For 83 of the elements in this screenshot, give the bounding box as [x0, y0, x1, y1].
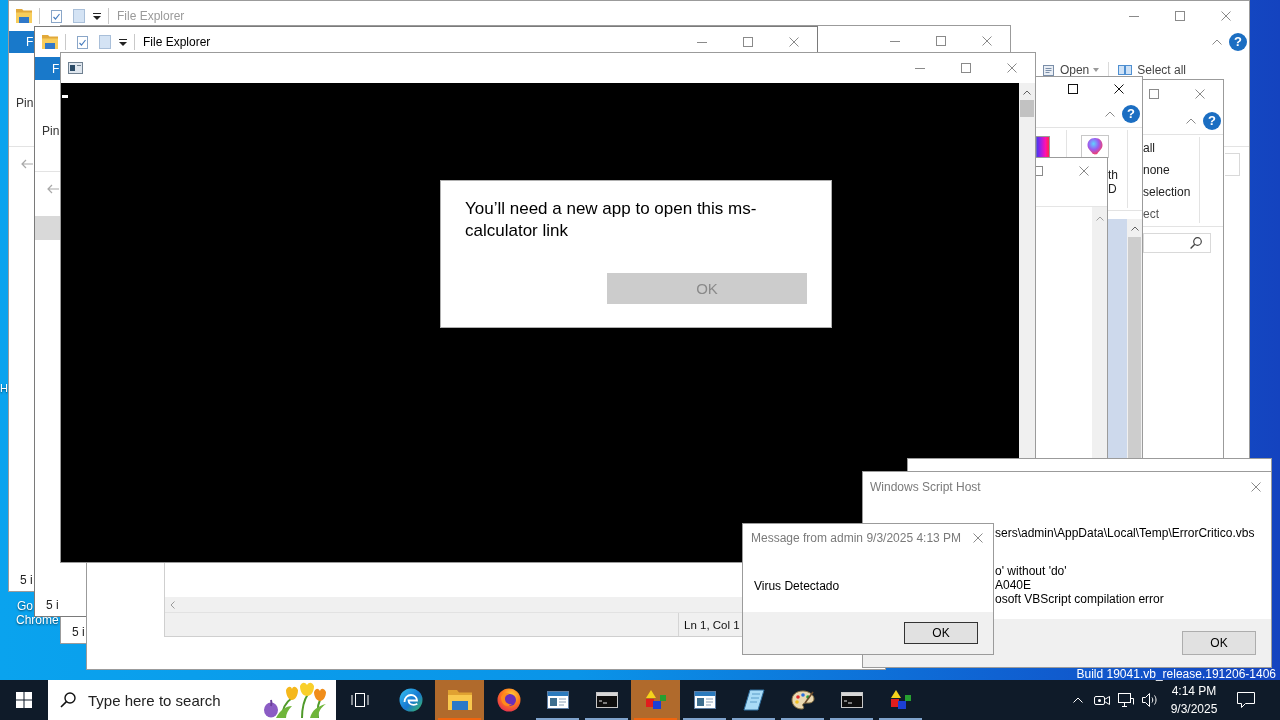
- help-button[interactable]: ?: [1229, 33, 1247, 51]
- close-icon[interactable]: [1114, 84, 1124, 94]
- file-tab[interactable]: F: [35, 57, 60, 80]
- item-count: 5 i: [20, 573, 33, 587]
- ok-button[interactable]: OK: [1182, 631, 1256, 655]
- customize-icon[interactable]: [119, 38, 127, 46]
- search-icon: [1190, 237, 1202, 249]
- select-all-icon: [1118, 65, 1133, 75]
- open-button[interactable]: Open: [1042, 63, 1100, 77]
- clock-date[interactable]: 9/3/2025: [1170, 700, 1218, 718]
- item-count: 5 i: [46, 598, 59, 612]
- select-all-button[interactable]: Select all: [1118, 63, 1186, 77]
- customize-icon[interactable]: [93, 12, 101, 20]
- scroll-up-icon[interactable]: [1095, 216, 1104, 221]
- minimize-icon[interactable]: [1129, 15, 1139, 17]
- window-icon: [693, 691, 716, 709]
- scrollbar-thumb[interactable]: [1128, 237, 1141, 459]
- help-button[interactable]: ?: [1203, 112, 1221, 130]
- minimize-icon[interactable]: [697, 41, 707, 43]
- select-option[interactable]: selection: [1143, 181, 1191, 203]
- shapes-icon: [889, 690, 912, 710]
- shapes-icon: [644, 690, 667, 710]
- scroll-up-icon[interactable]: [1023, 90, 1031, 95]
- palette-icon: [790, 690, 815, 710]
- back-arrow-icon[interactable]: [21, 159, 33, 169]
- properties-icon[interactable]: [77, 35, 88, 49]
- folder-icon[interactable]: [42, 35, 58, 49]
- dialog-message: You’ll need a new app to open this ms-calculator link: [465, 198, 758, 242]
- back-arrow-icon[interactable]: [47, 184, 59, 194]
- clock-time[interactable]: 4:14 PM: [1171, 682, 1217, 700]
- notification-icon[interactable]: [1237, 692, 1255, 708]
- message-text: Virus Detectado: [754, 579, 840, 593]
- pin-button[interactable]: Pin: [16, 96, 34, 110]
- minimize-icon[interactable]: [890, 40, 900, 42]
- error-detail: sers\admin\AppData\Local\Temp\ErrorCritico.vbs: [995, 526, 1255, 540]
- search-field[interactable]: Type here to search: [48, 680, 336, 720]
- cursor-position: Ln 1, Col 1: [683, 618, 740, 631]
- document-icon: [1042, 64, 1054, 76]
- pin-button[interactable]: Pin: [42, 124, 60, 138]
- error-detail: o' without 'do': [995, 564, 1067, 578]
- error-detail: osoft VBScript compilation error: [995, 592, 1164, 606]
- command-label[interactable]: D: [1108, 182, 1117, 196]
- window-title: Message from admin 9/3/2025 4:13 PM: [750, 531, 962, 545]
- search-field[interactable]: [1143, 233, 1211, 253]
- color-drop-icon[interactable]: [1081, 135, 1109, 158]
- window-title: File Explorer: [143, 35, 211, 49]
- caret-icon: [1093, 68, 1100, 72]
- console-icon[interactable]: [68, 62, 83, 74]
- item-count: 5 i: [72, 625, 85, 639]
- error-detail: A040E: [995, 578, 1032, 592]
- folder-icon: [447, 690, 472, 710]
- minimize-icon[interactable]: [915, 67, 925, 69]
- speaker-icon[interactable]: [1142, 693, 1158, 707]
- folder-icon[interactable]: [16, 9, 32, 23]
- terminal-icon: [840, 692, 863, 708]
- ok-button[interactable]: OK: [904, 622, 978, 644]
- scroll-left-icon[interactable]: [170, 600, 175, 609]
- window-title: Windows Script Host: [869, 480, 981, 494]
- file-tab[interactable]: F: [9, 31, 34, 53]
- vertical-scrollbar[interactable]: [1092, 207, 1107, 459]
- maximize-icon[interactable]: [1068, 84, 1078, 94]
- select-option[interactable]: none: [1143, 159, 1170, 181]
- scroll-up-icon[interactable]: [1130, 226, 1139, 231]
- window-icon: [546, 691, 569, 709]
- browser-icon: [496, 688, 521, 712]
- browser-icon: [398, 688, 423, 712]
- scrollbar-thumb[interactable]: [1020, 100, 1034, 117]
- network-icon[interactable]: [1118, 693, 1134, 707]
- camera-icon[interactable]: [1094, 693, 1110, 707]
- vertical-scrollbar[interactable]: [1127, 219, 1142, 459]
- build-info: Build 19041.vb_release.191206-1406: [1076, 668, 1276, 680]
- notepad-icon: [742, 689, 765, 711]
- help-button[interactable]: ?: [1122, 105, 1140, 123]
- search-icon: [60, 692, 76, 708]
- task-view-icon: [351, 693, 369, 707]
- search-field[interactable]: [1225, 152, 1240, 176]
- select-option[interactable]: all: [1143, 137, 1155, 159]
- group-label: ect: [1143, 206, 1159, 223]
- command-label[interactable]: th: [1108, 168, 1118, 182]
- terminal-icon: [595, 692, 618, 708]
- windows-icon: [16, 692, 32, 708]
- window-title: File Explorer: [117, 9, 185, 23]
- properties-icon[interactable]: [51, 9, 62, 23]
